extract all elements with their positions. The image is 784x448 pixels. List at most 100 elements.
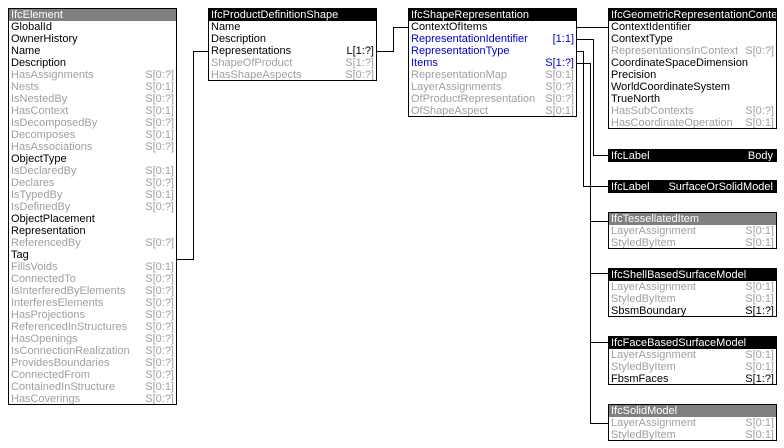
attribute-is-defined-by[interactable]: IsDefinedBy S[0:?] bbox=[9, 201, 176, 213]
attribute-shape-of-product[interactable]: ShapeOfProduct S[1:?] bbox=[209, 57, 376, 69]
attribute-representations-in-context[interactable]: RepresentationsInContext S[0:?] bbox=[609, 45, 776, 57]
attribute-has-coordinate-operation[interactable]: HasCoordinateOperation S[0:1] bbox=[609, 117, 776, 129]
entity-ifcgeometricrepresentationcontext[interactable]: IfcGeometricRepresentationContext Context… bbox=[608, 8, 777, 129]
attribute-owner-history[interactable]: OwnerHistory bbox=[9, 33, 176, 45]
attribute-cardinality: S[0:?] bbox=[145, 69, 174, 81]
attribute-referenced-in-structures[interactable]: ReferencedInStructures S[0:?] bbox=[9, 321, 176, 333]
attribute-cardinality: S[0:1] bbox=[145, 261, 174, 273]
attribute-coordinate-space-dimension[interactable]: CoordinateSpaceDimension bbox=[609, 57, 776, 69]
entity-name: IfcGeometricRepresentationContext bbox=[611, 9, 776, 21]
attribute-is-decomposed-by[interactable]: IsDecomposedBy S[0:?] bbox=[9, 117, 176, 129]
attribute-cardinality: S[0:?] bbox=[545, 93, 574, 105]
attribute-cardinality: S[0:1] bbox=[145, 165, 174, 177]
attribute-name: RepresentationIdentifier bbox=[411, 33, 528, 45]
attribute-decomposes[interactable]: Decomposes S[0:1] bbox=[9, 129, 176, 141]
entity-name: IfcLabel bbox=[611, 181, 650, 193]
entity-title: IfcGeometricRepresentationContext bbox=[609, 9, 776, 21]
attribute-is-connection-realization[interactable]: IsConnectionRealization S[0:?] bbox=[9, 345, 176, 357]
entity-ifclabel-body[interactable]: IfcLabel Body bbox=[608, 149, 777, 162]
attribute-has-coverings[interactable]: HasCoverings S[0:?] bbox=[9, 393, 176, 404]
attribute-tag[interactable]: Tag bbox=[9, 249, 176, 261]
attribute-layer-assignment[interactable]: LayerAssignment S[0:1] bbox=[609, 349, 776, 361]
entity-ifctessellateditem[interactable]: IfcTessellatedItem LayerAssignment S[0:1] S… bbox=[608, 212, 777, 249]
attribute-cardinality: S[0:1] bbox=[145, 189, 174, 201]
attribute-cardinality: S[0:?] bbox=[145, 285, 174, 297]
attribute-items[interactable]: Items S[1:?] bbox=[409, 57, 576, 69]
attribute-representation[interactable]: Representation bbox=[9, 225, 176, 237]
attribute-representation-type[interactable]: RepresentationType bbox=[409, 45, 576, 57]
attribute-has-openings[interactable]: HasOpenings S[0:?] bbox=[9, 333, 176, 345]
attribute-of-product-representation[interactable]: OfProductRepresentation S[0:?] bbox=[409, 93, 576, 105]
attribute-context-identifier[interactable]: ContextIdentifier bbox=[609, 21, 776, 33]
attribute-interferes-elements[interactable]: InterferesElements S[0:?] bbox=[9, 297, 176, 309]
attribute-name: Description bbox=[211, 33, 267, 45]
attribute-is-declared-by[interactable]: IsDeclaredBy S[0:1] bbox=[9, 165, 176, 177]
attribute-contained-in-structure[interactable]: ContainedInStructure S[0:1] bbox=[9, 381, 176, 393]
attribute-name[interactable]: Name bbox=[9, 45, 176, 57]
attribute-is-nested-by[interactable]: IsNestedBy S[0:?] bbox=[9, 93, 176, 105]
attribute-has-shape-aspects[interactable]: HasShapeAspects S[0:?] bbox=[209, 69, 376, 80]
attribute-global-id[interactable]: GlobalId bbox=[9, 21, 176, 33]
attribute-layer-assignment[interactable]: LayerAssignment S[0:1] bbox=[609, 417, 776, 429]
attribute-is-interfered-by-elements[interactable]: IsInterferedByElements S[0:?] bbox=[9, 285, 176, 297]
attribute-representations[interactable]: Representations L[1:?] bbox=[209, 45, 376, 57]
attribute-cardinality: [1:1] bbox=[552, 33, 574, 45]
attribute-precision[interactable]: Precision bbox=[609, 69, 776, 81]
attribute-cardinality bbox=[368, 21, 374, 33]
attribute-description[interactable]: Description bbox=[209, 33, 376, 45]
attribute-layer-assignment[interactable]: LayerAssignment S[0:1] bbox=[609, 225, 776, 237]
attribute-has-sub-contexts[interactable]: HasSubContexts S[0:?] bbox=[609, 105, 776, 117]
attribute-connected-to[interactable]: ConnectedTo S[0:?] bbox=[9, 273, 176, 285]
entity-ifclabel-surfaceorsolidmodel[interactable]: IfcLabel SurfaceOrSolidModel bbox=[608, 180, 777, 193]
entity-ifcelement[interactable]: IfcElement GlobalId OwnerHistory Name Descri… bbox=[8, 8, 177, 405]
attribute-context-type[interactable]: ContextType bbox=[609, 33, 776, 45]
entity-ifcsolidmodel[interactable]: IfcSolidModel LayerAssignment S[0:1] Styled… bbox=[608, 404, 777, 441]
attribute-fills-voids[interactable]: FillsVoids S[0:1] bbox=[9, 261, 176, 273]
attribute-styled-by-item[interactable]: StyledByItem S[0:1] bbox=[609, 429, 776, 440]
entity-title: IfcLabel Body bbox=[609, 150, 776, 162]
attribute-name: Precision bbox=[611, 69, 657, 81]
entity-ifcshellbasedsurfacemodel[interactable]: IfcShellBasedSurfaceModel LayerAssignment… bbox=[608, 268, 777, 317]
attribute-representation-map[interactable]: RepresentationMap S[0:1] bbox=[409, 69, 576, 81]
link-representations bbox=[376, 27, 409, 52]
attribute-context-of-items[interactable]: ContextOfItems bbox=[409, 21, 576, 33]
attribute-sbsm-boundary[interactable]: SbsmBoundary S[1:?] bbox=[609, 305, 776, 316]
attribute-name[interactable]: Name bbox=[209, 21, 376, 33]
attribute-name: RepresentationType bbox=[411, 45, 510, 57]
attribute-is-typed-by[interactable]: IsTypedBy S[0:1] bbox=[9, 189, 176, 201]
attribute-has-assignments[interactable]: HasAssignments S[0:?] bbox=[9, 69, 176, 81]
entity-ifcfacebasedsurfacemodel[interactable]: IfcFaceBasedSurfaceModel LayerAssignment S… bbox=[608, 336, 777, 385]
attribute-cardinality: S[0:?] bbox=[145, 93, 174, 105]
entity-name: IfcLabel bbox=[611, 150, 650, 162]
entity-name: IfcProductDefinitionShape bbox=[211, 9, 339, 21]
attribute-cardinality: S[0:?] bbox=[145, 237, 174, 249]
attribute-true-north[interactable]: TrueNorth bbox=[609, 93, 776, 105]
attribute-of-shape-aspect[interactable]: OfShapeAspect S[0:1] bbox=[409, 105, 576, 116]
attribute-styled-by-item[interactable]: StyledByItem S[0:1] bbox=[609, 361, 776, 373]
attribute-connected-from[interactable]: ConnectedFrom S[0:?] bbox=[9, 369, 176, 381]
attribute-declares[interactable]: Declares S[0:?] bbox=[9, 177, 176, 189]
attribute-has-context[interactable]: HasContext S[0:1] bbox=[9, 105, 176, 117]
attribute-representation-identifier[interactable]: RepresentationIdentifier [1:1] bbox=[409, 33, 576, 45]
attribute-referenced-by[interactable]: ReferencedBy S[0:?] bbox=[9, 237, 176, 249]
entity-ifcproductdefinitionshape[interactable]: IfcProductDefinitionShape Name Description… bbox=[208, 8, 377, 81]
attribute-fbsm-faces[interactable]: FbsmFaces S[1:?] bbox=[609, 373, 776, 384]
attribute-layer-assignments[interactable]: LayerAssignments S[0:?] bbox=[409, 81, 576, 93]
attribute-styled-by-item[interactable]: StyledByItem S[0:1] bbox=[609, 237, 776, 249]
attribute-object-placement[interactable]: ObjectPlacement bbox=[9, 213, 176, 225]
attribute-cardinality: S[0:1] bbox=[745, 117, 774, 129]
attribute-world-coordinate-system[interactable]: WorldCoordinateSystem bbox=[609, 81, 776, 93]
attribute-nests[interactable]: Nests S[0:1] bbox=[9, 81, 176, 93]
entity-ifcshaperepresentation[interactable]: IfcShapeRepresentation ContextOfItems Repr… bbox=[408, 8, 577, 117]
attribute-cardinality: S[0:1] bbox=[745, 237, 774, 249]
attribute-styled-by-item[interactable]: StyledByItem S[0:1] bbox=[609, 293, 776, 305]
attribute-name: RepresentationsInContext bbox=[611, 45, 739, 57]
attribute-cardinality: S[0:?] bbox=[145, 201, 174, 213]
attribute-description[interactable]: Description bbox=[9, 57, 176, 69]
attribute-provides-boundaries[interactable]: ProvidesBoundaries S[0:?] bbox=[9, 357, 176, 369]
attribute-has-associations[interactable]: HasAssociations S[0:?] bbox=[9, 141, 176, 153]
attribute-object-type[interactable]: ObjectType bbox=[9, 153, 176, 165]
entity-name: IfcFaceBasedSurfaceModel bbox=[611, 337, 747, 349]
attribute-layer-assignment[interactable]: LayerAssignment S[0:1] bbox=[609, 281, 776, 293]
attribute-has-projections[interactable]: HasProjections S[0:?] bbox=[9, 309, 176, 321]
